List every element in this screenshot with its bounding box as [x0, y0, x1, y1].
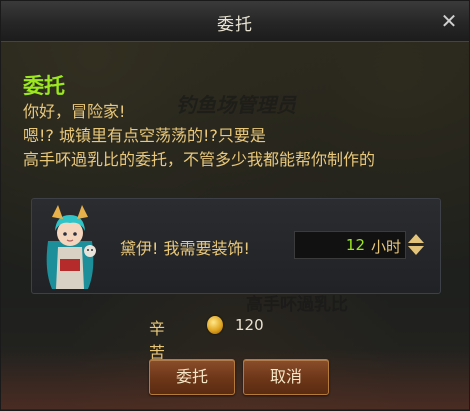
time-decrease-arrow-icon[interactable] [408, 246, 424, 255]
request-text: 黛伊! 我需要装饰! [120, 239, 250, 258]
bottom-scene-decor [1, 349, 469, 409]
dialog-body: 钓鱼场管理员 高手吥過乳比 委托 你好，冒险家! 嗯!? 城镇里有点空荡荡的!?… [1, 42, 469, 409]
time-unit: 小时 [370, 238, 401, 256]
dialog-titlebar: 委托 ✕ [1, 1, 469, 42]
time-increase-arrow-icon[interactable] [408, 234, 424, 243]
cancel-button[interactable]: 取消 [243, 359, 329, 395]
dialog-line-2: 嗯!? 城镇里有点空荡荡的!?只要是 [23, 126, 266, 145]
fee-amount: 120 [235, 316, 264, 334]
dialog-line-3: 高手吥過乳比的委托，不管多少我都能帮你制作的 [23, 150, 376, 169]
gold-coin-icon [207, 316, 223, 334]
request-panel: 黛伊! 我需要装饰! 12 小时 [31, 198, 441, 294]
time-input[interactable]: 12 小时 [294, 231, 406, 259]
close-icon[interactable]: ✕ [439, 11, 459, 31]
game-scene-background: 委托 ✕ 钓鱼场管理员 高手吥過乳比 委托 你好，冒险家! 嗯!? 城镇里有点空… [0, 0, 470, 411]
commission-dialog: 委托 ✕ 钓鱼场管理员 高手吥過乳比 委托 你好，冒险家! 嗯!? 城镇里有点空… [0, 0, 470, 411]
npc-name: 委托 [23, 74, 65, 98]
npc-portrait-icon [46, 205, 96, 289]
time-value: 12 [345, 236, 365, 254]
dialog-line-1: 你好，冒险家! [23, 102, 126, 121]
dialog-title: 委托 [217, 15, 253, 35]
commission-button[interactable]: 委托 [149, 359, 235, 395]
background-sign-fishing-manager: 钓鱼场管理员 [176, 93, 296, 117]
